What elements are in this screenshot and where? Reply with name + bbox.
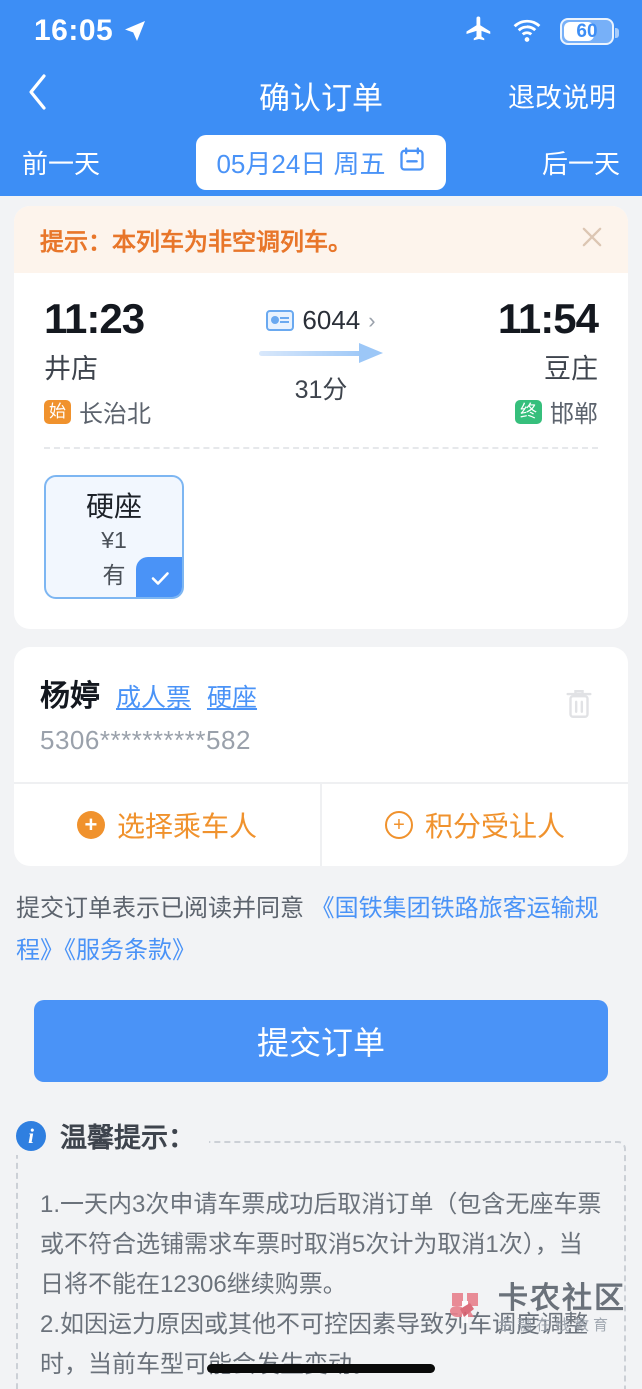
watermark-title: 卡农社区 [498,1282,626,1315]
back-button[interactable] [26,73,66,117]
passenger-row[interactable]: 杨婷 成人票 硬座 5306**********582 [14,647,628,782]
info-icon: i [16,1120,46,1151]
refund-policy-link[interactable]: 退改说明 [508,76,616,115]
plus-solid-icon: + [76,811,105,839]
arrow-line [258,351,367,356]
watermark-subtitle: 金融在线教育 [498,1317,613,1334]
status-bar: 16:05 60 [0,0,642,62]
trash-icon[interactable] [562,671,602,728]
passenger-id-number: 5306**********582 [40,725,251,755]
status-bar-time: 16:05 [34,14,114,47]
departure-station: 井店 [44,354,98,384]
terminal-tag: 终 [515,399,542,424]
submit-order-button[interactable]: 提交订单 [34,1000,608,1082]
trip-duration: 31分 [294,376,348,404]
arrival-terminal-row: 终 邯郸 [403,394,598,429]
plus-circle-icon: + [384,811,413,839]
next-day-button[interactable]: 后一天 [542,144,620,181]
location-arrow-icon [123,19,147,43]
close-icon[interactable] [578,223,606,257]
chevron-right-icon: › [368,307,376,333]
terminal-station-name: 邯郸 [550,401,598,428]
departure-origin-row: 始 长治北 [44,394,239,429]
departure-block: 11:23 井店 始 长治北 [44,295,239,429]
trip-middle-block: 6044 › 31分 [239,295,403,406]
navigation-bar: 确认订单 退改说明 [0,62,642,128]
arrival-block: 11:54 豆庄 终 邯郸 [403,295,599,429]
app-header: 16:05 60 确认订单 退改说明 前一天 05月24日 周五 后一天 [0,0,642,196]
service-terms-link[interactable]: 《服务条款》 [64,937,196,964]
warm-tips-header: i 温馨提示： [16,1116,209,1155]
watermark-logo-icon [442,1287,488,1333]
seat-type-list: 硬座 ¥1 有 [14,449,628,629]
passenger-card: 杨婷 成人票 硬座 5306**********582 + 选择乘车人 + 积分… [14,647,628,866]
seat-option-price: ¥1 [101,526,127,553]
airplane-mode-icon [464,14,494,49]
warm-tips-section: i 温馨提示： 1.一天内3次申请车票成功后取消订单（包含无座车票或不符合选铺需… [16,1116,626,1389]
id-card-icon [266,310,295,331]
passenger-name: 杨婷 [40,680,100,713]
train-number-label: 6044 [302,305,361,335]
wifi-icon [512,14,542,49]
previous-day-button[interactable]: 前一天 [22,144,100,181]
seat-option-stock: 有 [102,561,126,588]
warm-tips-box: 1.一天内3次申请车票成功后取消订单（包含无座车票或不符合选铺需求车票时取消5次… [16,1141,626,1389]
origin-station-name: 长治北 [79,401,151,428]
selected-date-label: 05月24日 周五 [216,148,386,179]
seat-option-name: 硬座 [85,490,142,522]
battery-indicator: 60 [560,17,619,45]
passenger-details: 杨婷 成人票 硬座 5306**********582 [40,671,562,756]
status-bar-icons: 60 [464,14,619,49]
trip-summary: 11:23 井店 始 长治北 6044 › 31分 11:54 豆庄 终 邯郸 [14,273,628,447]
origin-tag: 始 [44,399,71,424]
tip-banner-text: 提示：本列车为非空调列车。 [40,229,352,256]
calendar-icon [398,145,426,180]
date-picker-button[interactable]: 05月24日 周五 [196,134,446,190]
home-indicator [207,1364,435,1373]
arrow-head [359,343,384,363]
watermark-text: 卡农社区 金融在线教育 [498,1284,626,1335]
warm-tips-title: 温馨提示： [60,1123,195,1153]
check-icon [136,557,182,597]
no-ac-tip-banner: 提示：本列车为非空调列车。 [14,206,628,273]
phone-screen: 16:05 60 确认订单 退改说明 前一天 05月24日 周五 后一天 提示：… [0,0,642,1389]
direction-arrow [239,342,403,364]
select-passenger-button[interactable]: + 选择乘车人 [14,784,320,866]
passenger-ticket-type[interactable]: 成人票 [116,678,191,714]
train-info-card: 提示：本列车为非空调列车。 11:23 井店 始 长治北 6044 › 31分 … [14,206,628,629]
points-transferee-label: 积分受让人 [424,811,565,842]
departure-time: 11:23 [44,295,145,342]
passenger-action-bar: + 选择乘车人 + 积分受让人 [14,782,628,866]
arrival-station: 豆庄 [544,354,598,384]
agreement-text: 提交订单表示已阅读并同意 《国铁集团铁路旅客运输规程》《服务条款》 [16,888,626,972]
select-passenger-label: 选择乘车人 [116,811,257,842]
train-number-button[interactable]: 6044 › [266,305,376,336]
passenger-name-line: 杨婷 成人票 硬座 [40,671,562,715]
arrival-time: 11:54 [497,295,599,342]
date-selector-bar: 前一天 05月24日 周五 后一天 [0,128,642,196]
seat-option-hard-seat[interactable]: 硬座 ¥1 有 [44,475,184,599]
agreement-prefix: 提交订单表示已阅读并同意 [16,895,311,922]
points-transferee-button[interactable]: + 积分受让人 [320,784,628,866]
passenger-seat-type[interactable]: 硬座 [207,678,257,714]
watermark: 卡农社区 金融在线教育 [442,1284,626,1335]
battery-level: 60 [576,20,598,42]
